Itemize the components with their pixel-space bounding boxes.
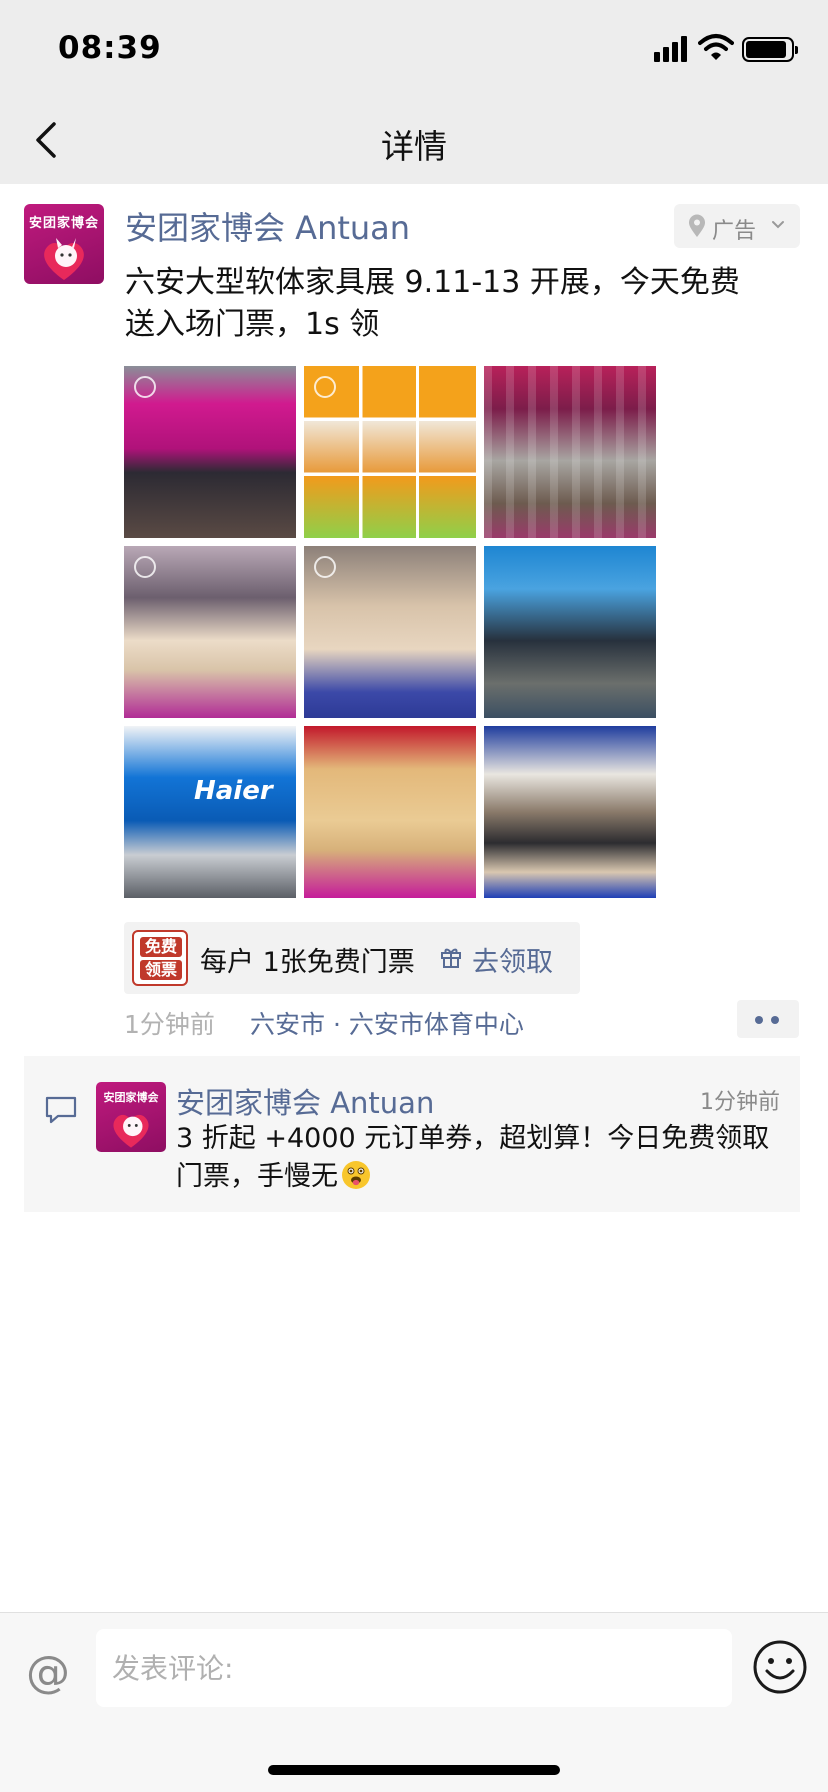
comment-input-bar: @ [0,1612,828,1792]
image-grid: Haier [124,366,656,898]
watermark-icon [314,376,336,398]
sender-name[interactable]: 安团家博会 Antuan [125,203,410,249]
mascot-icon [113,1114,149,1148]
status-time: 08:39 [58,30,162,66]
watermark-icon [134,556,156,578]
ticket-badge-line1: 免费 [140,937,182,957]
sender-avatar[interactable]: 安团家博会 [24,204,104,284]
post-content: 六安大型软体家具展 9.11-13 开展，今天免费送入场门票，1s 领 [125,265,740,342]
ticket-badge-line2: 领票 [140,960,182,980]
grid-image[interactable] [124,366,296,538]
avatar-logo-text: 安团家博会 [103,1091,159,1104]
haier-brand: Haier [194,776,273,806]
location-pin-icon [689,214,705,237]
home-indicator [268,1765,560,1775]
post-location[interactable]: 六安市 · 六安市体育中心 [250,1005,524,1041]
ad-label: 广告 [712,219,757,244]
watermark-icon [134,376,156,398]
ticket-banner[interactable]: 免费 领票 每户 1张免费门票 去领取 [124,922,580,994]
comment-text: 3 折起 +4000 元订单券，超划算！今日免费领取门票，手慢无 [176,1120,786,1196]
mention-button[interactable]: @ [26,1647,70,1698]
grid-image[interactable] [304,726,476,898]
watermark-icon [314,556,336,578]
comment-body: 3 折起 +4000 元订单券，超划算！今日免费领取门票，手慢无 [176,1123,770,1192]
grid-image[interactable]: Haier [124,726,296,898]
commenter-name[interactable]: 安团家博会 Antuan [176,1080,434,1122]
ticket-badge-icon: 免费 领票 [132,930,188,986]
ad-tag[interactable]: 广告 [674,204,800,248]
more-actions-button[interactable] [737,1000,799,1038]
mascot-icon [44,238,84,280]
battery-icon [742,37,798,62]
comment-time: 1分钟前 [700,1090,780,1115]
signal-icon [654,36,690,62]
grid-image[interactable] [124,546,296,718]
grid-image[interactable] [484,726,656,898]
chevron-down-icon [772,221,784,229]
page-title: 详情 [381,127,447,166]
nav-bar: 详情 [0,100,828,184]
comment-section: 安团家博会 安团家博会 Antuan 1分钟前 3 折起 +4000 元订单券，… [24,1056,800,1212]
grid-image[interactable] [304,366,476,538]
avatar-logo-text: 安团家博会 [28,216,99,231]
emoji-icon[interactable] [752,1639,808,1695]
post-time: 1分钟前 [124,1010,215,1039]
comment-icon [45,1096,77,1124]
comment-input[interactable] [96,1629,732,1707]
grid-image[interactable] [484,546,656,718]
grid-image[interactable] [304,546,476,718]
grid-image[interactable] [484,366,656,538]
status-bar: 08:39 [0,0,828,100]
claim-ticket-link[interactable]: 去领取 [472,940,553,979]
gift-icon [441,948,461,968]
ticket-text: 每户 1张免费门票 [200,947,415,978]
commenter-avatar[interactable]: 安团家博会 [96,1082,166,1152]
tongue-out-emoji-icon [342,1161,370,1189]
wifi-icon [698,34,734,60]
